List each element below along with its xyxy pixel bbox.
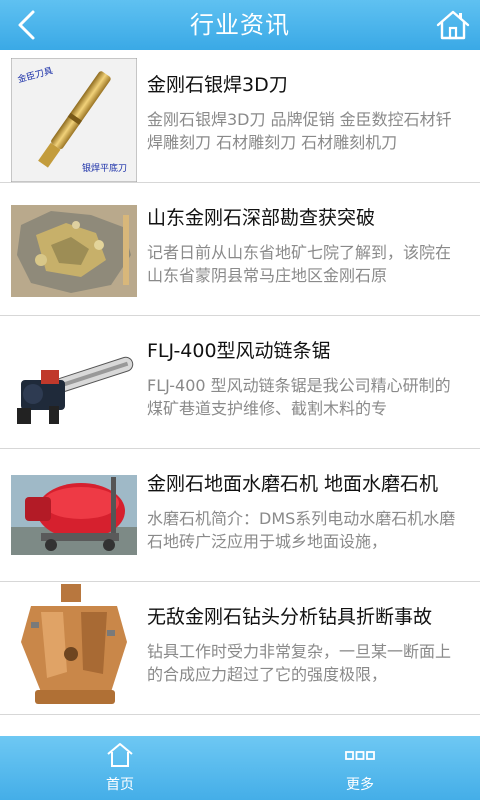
- top-bar: 行业资讯: [0, 0, 480, 50]
- news-thumbnail: [11, 205, 137, 297]
- news-title[interactable]: 金刚石银焊3D刀: [147, 70, 467, 97]
- news-title[interactable]: 金刚石地面水磨石机 地面水磨石机: [147, 469, 467, 496]
- news-summary: FLJ-400 型风动链条锯是我公司精心研制的煤矿巷道支护维修、截割木料的专: [147, 376, 451, 418]
- news-summary: 水磨石机简介：DMS系列电动水磨石机水磨石地砖广泛应用于城乡地面设施，: [147, 509, 456, 551]
- more-icon: [345, 751, 375, 760]
- news-title[interactable]: FLJ-400型风动链条锯: [147, 336, 467, 363]
- news-item[interactable]: 金刚石地面水磨石机 地面水磨石机 水磨石机简介：DMS系列电动水磨石机水磨石地砖…: [0, 449, 480, 582]
- news-thumbnail: [11, 475, 137, 555]
- page-title: 行业资讯: [190, 11, 290, 39]
- tab-home[interactable]: 首页: [0, 736, 240, 800]
- news-title[interactable]: 无敌金刚石钻头分析钻具折断事故: [147, 602, 467, 629]
- news-summary: 记者日前从山东省地矿七院了解到，该院在山东省蒙阴县常马庄地区金刚石原: [147, 243, 452, 285]
- tab-more-label: 更多: [346, 777, 374, 793]
- home-icon[interactable]: [436, 9, 470, 41]
- news-thumbnail: [11, 342, 137, 426]
- news-list: 金臣刀具 银焊平底刀 金刚石银焊3D刀 金刚石银焊3D刀 品牌促销 金臣数控石材…: [0, 50, 480, 736]
- news-title[interactable]: 山东金刚石深部勘查获突破: [147, 203, 467, 230]
- news-thumbnail: 金臣刀具 银焊平底刀: [11, 58, 137, 182]
- news-summary: 金刚石银焊3D刀 品牌促销 金臣数控石材钎焊雕刻刀 石材雕刻刀 石材雕刻机刀: [147, 110, 452, 152]
- tab-more[interactable]: 更多: [240, 736, 480, 800]
- tab-home-label: 首页: [106, 777, 134, 793]
- news-item[interactable]: 无敌金刚石钻头分析钻具折断事故 钻具工作时受力非常复杂，一旦某一断面上的合成应力…: [0, 582, 480, 715]
- news-item[interactable]: 金臣刀具 银焊平底刀 金刚石银焊3D刀 金刚石银焊3D刀 品牌促销 金臣数控石材…: [0, 50, 480, 183]
- news-item[interactable]: 山东金刚石深部勘查获突破 记者日前从山东省地矿七院了解到，该院在山东省蒙阴县常马…: [0, 183, 480, 316]
- home-icon: [107, 743, 133, 767]
- image-caption-bottom: 银焊平底刀: [81, 164, 127, 174]
- bottom-tab-bar: 首页 更多: [0, 736, 480, 800]
- news-summary: 钻具工作时受力非常复杂，一旦某一断面上的合成应力超过了它的强度极限，: [147, 642, 452, 684]
- news-item[interactable]: FLJ-400型风动链条锯 FLJ-400 型风动链条锯是我公司精心研制的煤矿巷…: [0, 316, 480, 449]
- news-thumbnail: [11, 582, 137, 712]
